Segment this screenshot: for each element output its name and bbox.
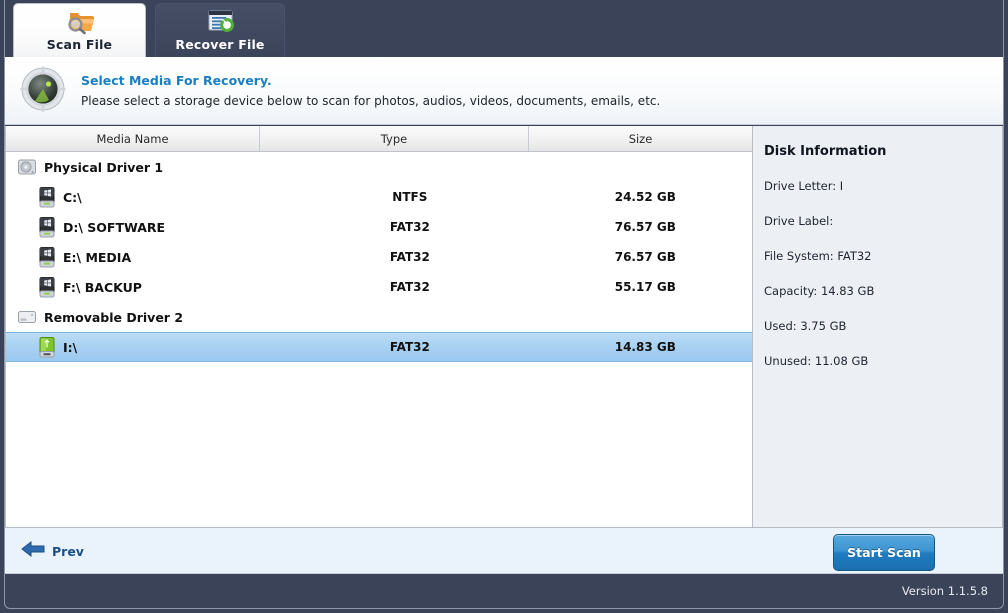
folder-search-icon bbox=[63, 6, 97, 36]
removable-disk-icon bbox=[17, 307, 37, 327]
cell-media-name: Physical Driver 1 bbox=[6, 157, 267, 177]
table-row[interactable]: F:\ BACKUP FAT32 55.17 GB bbox=[6, 272, 752, 302]
cell-type: FAT32 bbox=[281, 340, 538, 354]
disk-info-used: Used: 3.75 GB bbox=[764, 319, 847, 333]
cell-media-name: F:\ BACKUP bbox=[6, 276, 281, 298]
size-label: 76.57 GB bbox=[614, 250, 676, 264]
banner-title: Select Media For Recovery. bbox=[81, 73, 272, 88]
disk-info-drive-letter: Drive Letter: I bbox=[764, 179, 844, 193]
type-label: NTFS bbox=[392, 190, 428, 204]
size-label: 14.83 GB bbox=[614, 340, 676, 354]
table-row[interactable]: D:\ SOFTWARE FAT32 76.57 GB bbox=[6, 212, 752, 242]
start-scan-button-label: Start Scan bbox=[847, 545, 921, 560]
disk-info-unused: Unused: 11.08 GB bbox=[764, 354, 869, 368]
table-row[interactable]: Removable Driver 2 bbox=[6, 302, 752, 332]
cell-size: 76.57 GB bbox=[539, 220, 752, 234]
type-label: FAT32 bbox=[389, 220, 430, 234]
table-header-row: Media Name Type Size bbox=[6, 126, 752, 152]
type-label: FAT32 bbox=[389, 340, 430, 354]
cell-size: 76.57 GB bbox=[539, 250, 752, 264]
table-row[interactable]: I:\ FAT32 14.83 GB bbox=[6, 332, 752, 362]
prev-button-label: Prev bbox=[52, 543, 84, 559]
page-header-banner: Select Media For Recovery. Please select… bbox=[5, 57, 1003, 125]
cell-type: FAT32 bbox=[281, 220, 538, 234]
cell-media-name: C:\ bbox=[6, 186, 281, 208]
table-row[interactable]: Physical Driver 1 bbox=[6, 152, 752, 182]
column-header-size-label: Size bbox=[628, 131, 653, 146]
disk-info-file-system: File System: FAT32 bbox=[764, 249, 872, 263]
hard-disk-icon bbox=[17, 157, 37, 177]
cell-size: 55.17 GB bbox=[539, 280, 752, 294]
media-name-label: E:\ MEDIA bbox=[63, 249, 132, 265]
banner-subtitle: Please select a storage device below to … bbox=[81, 94, 661, 108]
prev-button[interactable]: Prev bbox=[21, 539, 84, 563]
media-name-label: I:\ bbox=[63, 339, 78, 355]
windows-drive-icon bbox=[38, 276, 56, 298]
media-name-label: F:\ BACKUP bbox=[63, 279, 142, 295]
cell-type: FAT32 bbox=[281, 250, 538, 264]
application-window: Scan File Recover File Select Media For … bbox=[0, 0, 1008, 613]
disk-information-panel: Disk Information Drive Letter: I Drive L… bbox=[753, 126, 1003, 528]
media-name-label: C:\ bbox=[63, 189, 82, 205]
type-label: FAT32 bbox=[389, 250, 430, 264]
cell-size: 14.83 GB bbox=[539, 340, 752, 354]
media-name-label: Removable Driver 2 bbox=[44, 309, 184, 325]
cell-media-name: Removable Driver 2 bbox=[6, 307, 267, 327]
version-label: Version 1.1.5.8 bbox=[901, 584, 988, 598]
size-label: 55.17 GB bbox=[614, 280, 676, 294]
disk-info-drive-label: Drive Label: bbox=[764, 214, 834, 228]
cell-size: 24.52 GB bbox=[539, 190, 752, 204]
windows-drive-icon bbox=[38, 186, 56, 208]
table-row[interactable]: C:\ NTFS 24.52 GB bbox=[6, 182, 752, 212]
tab-scan-file-label: Scan File bbox=[46, 37, 113, 52]
footer-bar: Version 1.1.5.8 bbox=[5, 574, 1003, 608]
column-header-type-label: Type bbox=[380, 131, 408, 146]
cell-media-name: D:\ SOFTWARE bbox=[6, 216, 281, 238]
cell-media-name: E:\ MEDIA bbox=[6, 246, 281, 268]
document-refresh-icon bbox=[203, 6, 237, 36]
start-scan-button[interactable]: Start Scan bbox=[833, 534, 935, 571]
size-label: 24.52 GB bbox=[614, 190, 676, 204]
table-row[interactable]: E:\ MEDIA FAT32 76.57 GB bbox=[6, 242, 752, 272]
size-label: 76.57 GB bbox=[614, 220, 676, 234]
column-header-media-name-label: Media Name bbox=[96, 131, 169, 146]
column-header-type[interactable]: Type bbox=[260, 126, 529, 151]
media-name-label: Physical Driver 1 bbox=[44, 159, 164, 175]
disk-info-capacity: Capacity: 14.83 GB bbox=[764, 284, 875, 298]
tab-recover-file[interactable]: Recover File bbox=[155, 3, 285, 57]
tab-bar: Scan File Recover File bbox=[0, 0, 1008, 57]
table-body: Physical Driver 1 C:\ NTFS 24.52 GB D:\ SOFT… bbox=[6, 152, 752, 527]
windows-drive-icon bbox=[38, 216, 56, 238]
tab-scan-file[interactable]: Scan File bbox=[13, 3, 146, 57]
windows-drive-icon bbox=[38, 246, 56, 268]
media-name-label: D:\ SOFTWARE bbox=[63, 219, 166, 235]
column-header-media-name[interactable]: Media Name bbox=[6, 126, 260, 151]
usb-drive-icon bbox=[38, 336, 56, 358]
type-label: FAT32 bbox=[389, 280, 430, 294]
cell-type: FAT32 bbox=[281, 280, 538, 294]
radar-scan-icon bbox=[19, 65, 67, 117]
tab-recover-file-label: Recover File bbox=[175, 37, 265, 52]
column-header-size[interactable]: Size bbox=[529, 126, 752, 151]
cell-media-name: I:\ bbox=[6, 336, 281, 358]
arrow-left-icon bbox=[21, 540, 45, 562]
cell-type: NTFS bbox=[281, 190, 538, 204]
media-list-table: Media Name Type Size Physical Driver 1 C:… bbox=[5, 126, 753, 528]
disk-information-title: Disk Information bbox=[764, 144, 887, 159]
